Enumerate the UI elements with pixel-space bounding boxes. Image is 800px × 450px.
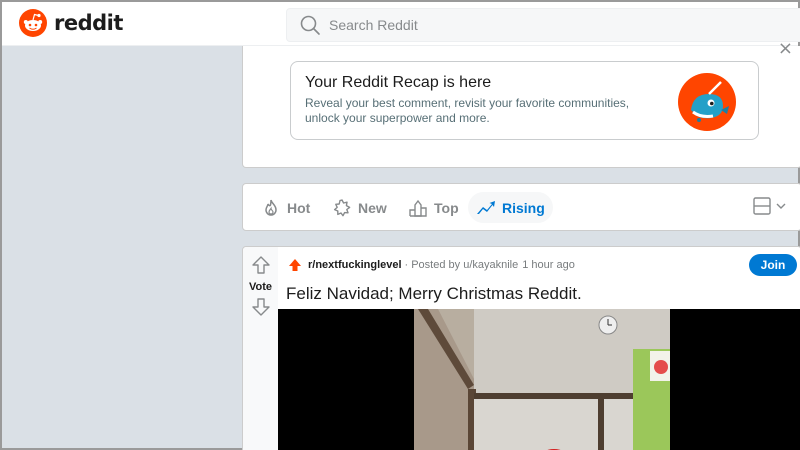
search-icon <box>300 15 320 35</box>
view-layout-toggle[interactable] <box>753 197 787 215</box>
chevron-down-icon <box>776 203 786 209</box>
sort-new-label: New <box>358 199 387 216</box>
sort-bar: Hot New Top Rising <box>242 183 800 231</box>
podium-icon <box>409 199 427 217</box>
sort-rising-label: Rising <box>502 199 545 216</box>
post-meta: r/nextfuckinglevel · Posted by u/kayakni… <box>287 257 575 273</box>
search-input[interactable] <box>329 17 769 33</box>
subreddit-link[interactable]: r/nextfuckinglevel <box>308 259 402 271</box>
reddit-logo[interactable]: reddit <box>18 8 123 38</box>
video-frame-image <box>414 309 670 450</box>
vote-column: Vote <box>243 247 278 450</box>
sort-hot-tab[interactable]: Hot <box>253 192 318 223</box>
recap-banner: × Your Reddit Recap is here Reveal your … <box>242 38 800 168</box>
sort-top-label: Top <box>434 199 459 216</box>
reddit-snoo-icon <box>19 9 47 37</box>
post-video[interactable] <box>278 309 800 450</box>
recap-title: Your Reddit Recap is here <box>305 74 492 91</box>
sparkle-burst-icon <box>333 198 351 216</box>
join-button[interactable]: Join <box>749 254 797 276</box>
sort-top-tab[interactable]: Top <box>400 192 467 223</box>
vote-count: Vote <box>248 281 273 293</box>
sort-new-tab[interactable]: New <box>324 192 395 223</box>
post-time[interactable]: 1 hour ago <box>522 259 575 271</box>
upvote-arrow-icon[interactable] <box>251 255 271 275</box>
meta-separator: · <box>404 259 409 271</box>
trending-up-icon <box>477 200 495 214</box>
post-author[interactable]: Posted by u/kayaknile <box>411 259 518 271</box>
post-title[interactable]: Feliz Navidad; Merry Christmas Reddit. <box>286 284 582 304</box>
logo-text: reddit <box>54 11 123 35</box>
flame-icon <box>265 199 277 216</box>
subreddit-icon[interactable] <box>287 257 303 273</box>
search-bar[interactable] <box>286 8 800 42</box>
recap-card[interactable]: Your Reddit Recap is here Reveal your be… <box>290 61 759 140</box>
downvote-arrow-icon[interactable] <box>251 297 271 317</box>
sort-hot-label: Hot <box>287 199 311 216</box>
top-header: reddit <box>2 2 800 46</box>
sort-rising-tab[interactable]: Rising <box>468 192 553 223</box>
card-view-icon <box>753 197 771 215</box>
recap-description: Reveal your best comment, revisit your f… <box>305 96 630 125</box>
narwhal-mascot-icon <box>678 73 736 131</box>
close-icon[interactable]: × <box>778 38 793 59</box>
post-card[interactable]: Vote r/nextfuckinglevel · Posted by u/ka… <box>242 246 800 450</box>
